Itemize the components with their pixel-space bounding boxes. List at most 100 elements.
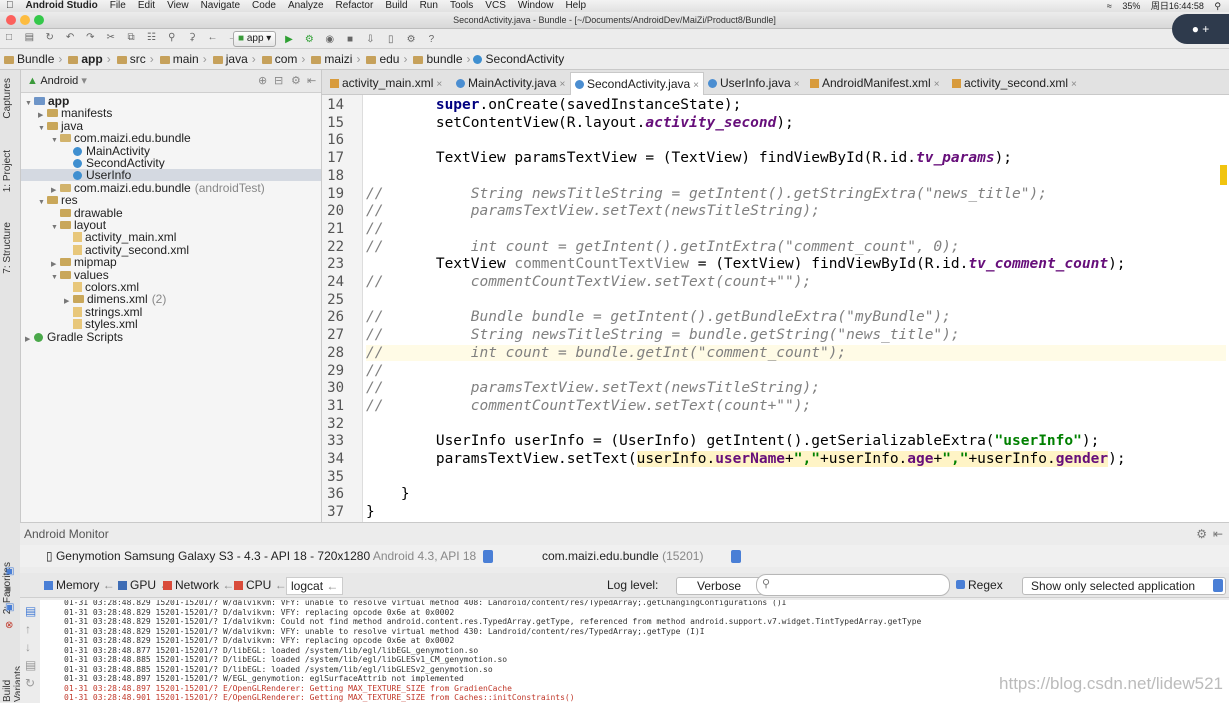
zoom-window-button[interactable] (34, 15, 44, 25)
close-tab-icon[interactable]: × (693, 80, 699, 91)
log-line[interactable]: 01-31 03:28:48.829 15201-15201/? W/dalvi… (64, 627, 705, 636)
tree-item[interactable]: ▼ res (21, 194, 321, 206)
close-window-button[interactable] (6, 15, 16, 25)
menu-navigate[interactable]: Navigate (195, 0, 246, 12)
battery-level[interactable]: 35% (1122, 1, 1140, 11)
log-line[interactable]: 01-31 03:28:48.829 15201-15201/? D/dalvi… (64, 636, 454, 645)
breadcrumb-maizi[interactable]: maizi (307, 49, 354, 69)
tree-item[interactable]: colors.xml (21, 281, 321, 293)
menu-analyze[interactable]: Analyze (282, 0, 330, 12)
code-line[interactable]: super.onCreate(savedInstanceState); (366, 97, 742, 113)
menu-file[interactable]: File (104, 0, 132, 12)
run-configuration-select[interactable]: ■ app ▾ (233, 31, 277, 47)
code-line[interactable]: paramsTextView.setText(userInfo.userName… (366, 451, 1126, 467)
tab-mainactivity-java[interactable]: MainActivity.java × (452, 72, 569, 94)
process-select[interactable]: com.maizi.edu.bundle (15201) (542, 548, 741, 564)
restart-icon[interactable]: ↻ (25, 676, 35, 690)
collapse-all-icon[interactable]: ⊟ (274, 70, 283, 92)
android-device-monitor-icon[interactable]: ⚙ (405, 34, 417, 46)
code-line[interactable]: TextView paramsTextView = (TextView) fin… (366, 150, 1012, 166)
tree-item[interactable]: strings.xml (21, 306, 321, 318)
code-editor[interactable]: 14 15 16 17 18 19 20 21 22 23 24 25 26 27 28 29 30 31 32 33… (322, 95, 1229, 522)
code-line[interactable]: TextView commentCountTextView = (TextVie… (366, 256, 1126, 272)
tree-item[interactable]: ▼ layout (21, 219, 321, 231)
monitor-settings-icon[interactable]: ⚙ (1196, 527, 1207, 541)
close-tab-icon[interactable]: × (436, 79, 442, 90)
log-line[interactable]: 01-31 03:28:48.829 15201-15201/? D/dalvi… (64, 608, 454, 617)
tree-item[interactable]: ▶ Gradle Scripts (21, 331, 321, 343)
hide-monitor-icon[interactable]: ⇤ (1213, 527, 1223, 541)
tree-item[interactable]: activity_second.xml (21, 244, 321, 256)
menu-edit[interactable]: Edit (132, 0, 161, 12)
log-line[interactable]: 01-31 03:28:48.901 15201-15201/? E/OpenG… (64, 693, 575, 702)
tab-secondactivity-java[interactable]: SecondActivity.java × (570, 72, 705, 95)
clock[interactable]: 周日16:44:58 (1151, 1, 1204, 11)
code-line[interactable]: // paramsTextView.setText(newsTitleStrin… (366, 380, 820, 396)
tab-network[interactable]: Network ← (163, 577, 234, 593)
search-icon[interactable]: ⚲ (1214, 1, 1221, 11)
code-area[interactable]: super.onCreate(savedInstanceState); setC… (322, 95, 1229, 522)
apple-icon[interactable]:  (0, 0, 20, 12)
avd-manager-icon[interactable]: ▯ (385, 34, 397, 46)
cut-icon[interactable]: ✂ (105, 32, 117, 44)
settings-gear-icon[interactable]: ⚙ (291, 70, 301, 92)
logcat-search-input[interactable]: ⚲ (756, 574, 950, 596)
tab-memory[interactable]: Memory ← (44, 577, 115, 593)
tree-item[interactable]: ▼ app (21, 95, 321, 107)
tab-activity-second-xml[interactable]: activity_second.xml × (948, 72, 1081, 94)
breadcrumb-bundle[interactable]: Bundle (0, 49, 56, 69)
tab-userinfo-java[interactable]: UserInfo.java × (704, 72, 804, 94)
log-filter-select[interactable]: Show only selected application (1022, 577, 1226, 595)
log-line[interactable]: 01-31 03:28:48.897 15201-15201/? W/EGL_g… (64, 674, 464, 683)
run-icon[interactable]: ▶ (283, 34, 295, 46)
code-line[interactable]: UserInfo userInfo = (UserInfo) getIntent… (366, 433, 1100, 449)
log-line[interactable]: 01-31 03:28:48.877 15201-15201/? D/libEG… (64, 646, 478, 655)
paste-icon[interactable]: ☷ (145, 32, 157, 44)
close-tab-icon[interactable]: × (794, 79, 800, 90)
print-icon[interactable]: ▤ (25, 658, 36, 672)
menu-vcs[interactable]: VCS (479, 0, 512, 12)
code-line[interactable]: // String newsTitleString = getIntent().… (366, 186, 1047, 202)
log-line[interactable]: 01-31 03:28:48.829 15201-15201/? I/dalvi… (64, 617, 921, 626)
code-line[interactable]: // (366, 363, 383, 379)
device-select[interactable]: ▯ Genymotion Samsung Galaxy S3 - 4.3 - A… (46, 548, 493, 564)
structure-tab[interactable]: 7: Structure (2, 222, 13, 274)
breadcrumb-edu[interactable]: edu (362, 49, 401, 69)
undo-icon[interactable]: ↶ (64, 32, 76, 44)
close-tab-icon[interactable]: × (934, 79, 940, 90)
menu-code[interactable]: Code (246, 0, 282, 12)
breadcrumb-secondactivity[interactable]: SecondActivity (472, 49, 567, 69)
menu-run[interactable]: Run (414, 0, 444, 12)
tree-item[interactable]: SecondActivity (21, 157, 321, 169)
scroll-marker[interactable] (1220, 165, 1227, 185)
open-icon[interactable]: □ (3, 32, 15, 44)
minimize-window-button[interactable] (20, 15, 30, 25)
log-line[interactable]: 01-31 03:28:48.885 15201-15201/? D/libEG… (64, 655, 507, 664)
sync-scroll-icon[interactable]: ⊕ (258, 70, 267, 92)
tab-androidmanifest-xml[interactable]: AndroidManifest.xml × (806, 72, 944, 94)
code-line[interactable]: } (366, 504, 375, 520)
help-icon[interactable]: ? (425, 34, 437, 46)
back-icon[interactable]: ← (206, 32, 218, 44)
stop-logcat-icon[interactable]: ⊗ (5, 620, 13, 631)
code-line[interactable]: // (366, 221, 383, 237)
clear-log-icon[interactable]: ▤ (25, 604, 36, 618)
tree-item[interactable]: ▶ com.maizi.edu.bundle (androidTest) (21, 182, 321, 194)
project-view-select[interactable]: Android (40, 75, 78, 87)
code-line[interactable]: // commentCountTextView.setText(count+""… (366, 274, 811, 290)
code-line[interactable]: setContentView(R.layout.activity_second)… (366, 115, 794, 131)
project-tab[interactable]: 1: Project (2, 150, 13, 192)
log-line[interactable]: 01-31 03:28:48.885 15201-15201/? D/libEG… (64, 665, 493, 674)
save-icon[interactable]: ▤ (23, 32, 35, 44)
find-icon[interactable]: ⚲ (166, 32, 178, 44)
code-line[interactable]: // commentCountTextView.setText(count+""… (366, 398, 811, 414)
stop-icon[interactable]: ■ (344, 34, 356, 46)
tree-item[interactable]: drawable (21, 207, 321, 219)
close-tab-icon[interactable]: × (1071, 79, 1077, 90)
tab-cpu[interactable]: CPU ← (234, 577, 287, 593)
replace-icon[interactable]: ⚳ (186, 32, 198, 44)
breadcrumb-com[interactable]: com (258, 49, 300, 69)
sync-icon[interactable]: ↻ (44, 32, 56, 44)
tree-item[interactable]: ▼ com.maizi.edu.bundle (21, 132, 321, 144)
down-icon[interactable]: ↓ (25, 640, 31, 654)
